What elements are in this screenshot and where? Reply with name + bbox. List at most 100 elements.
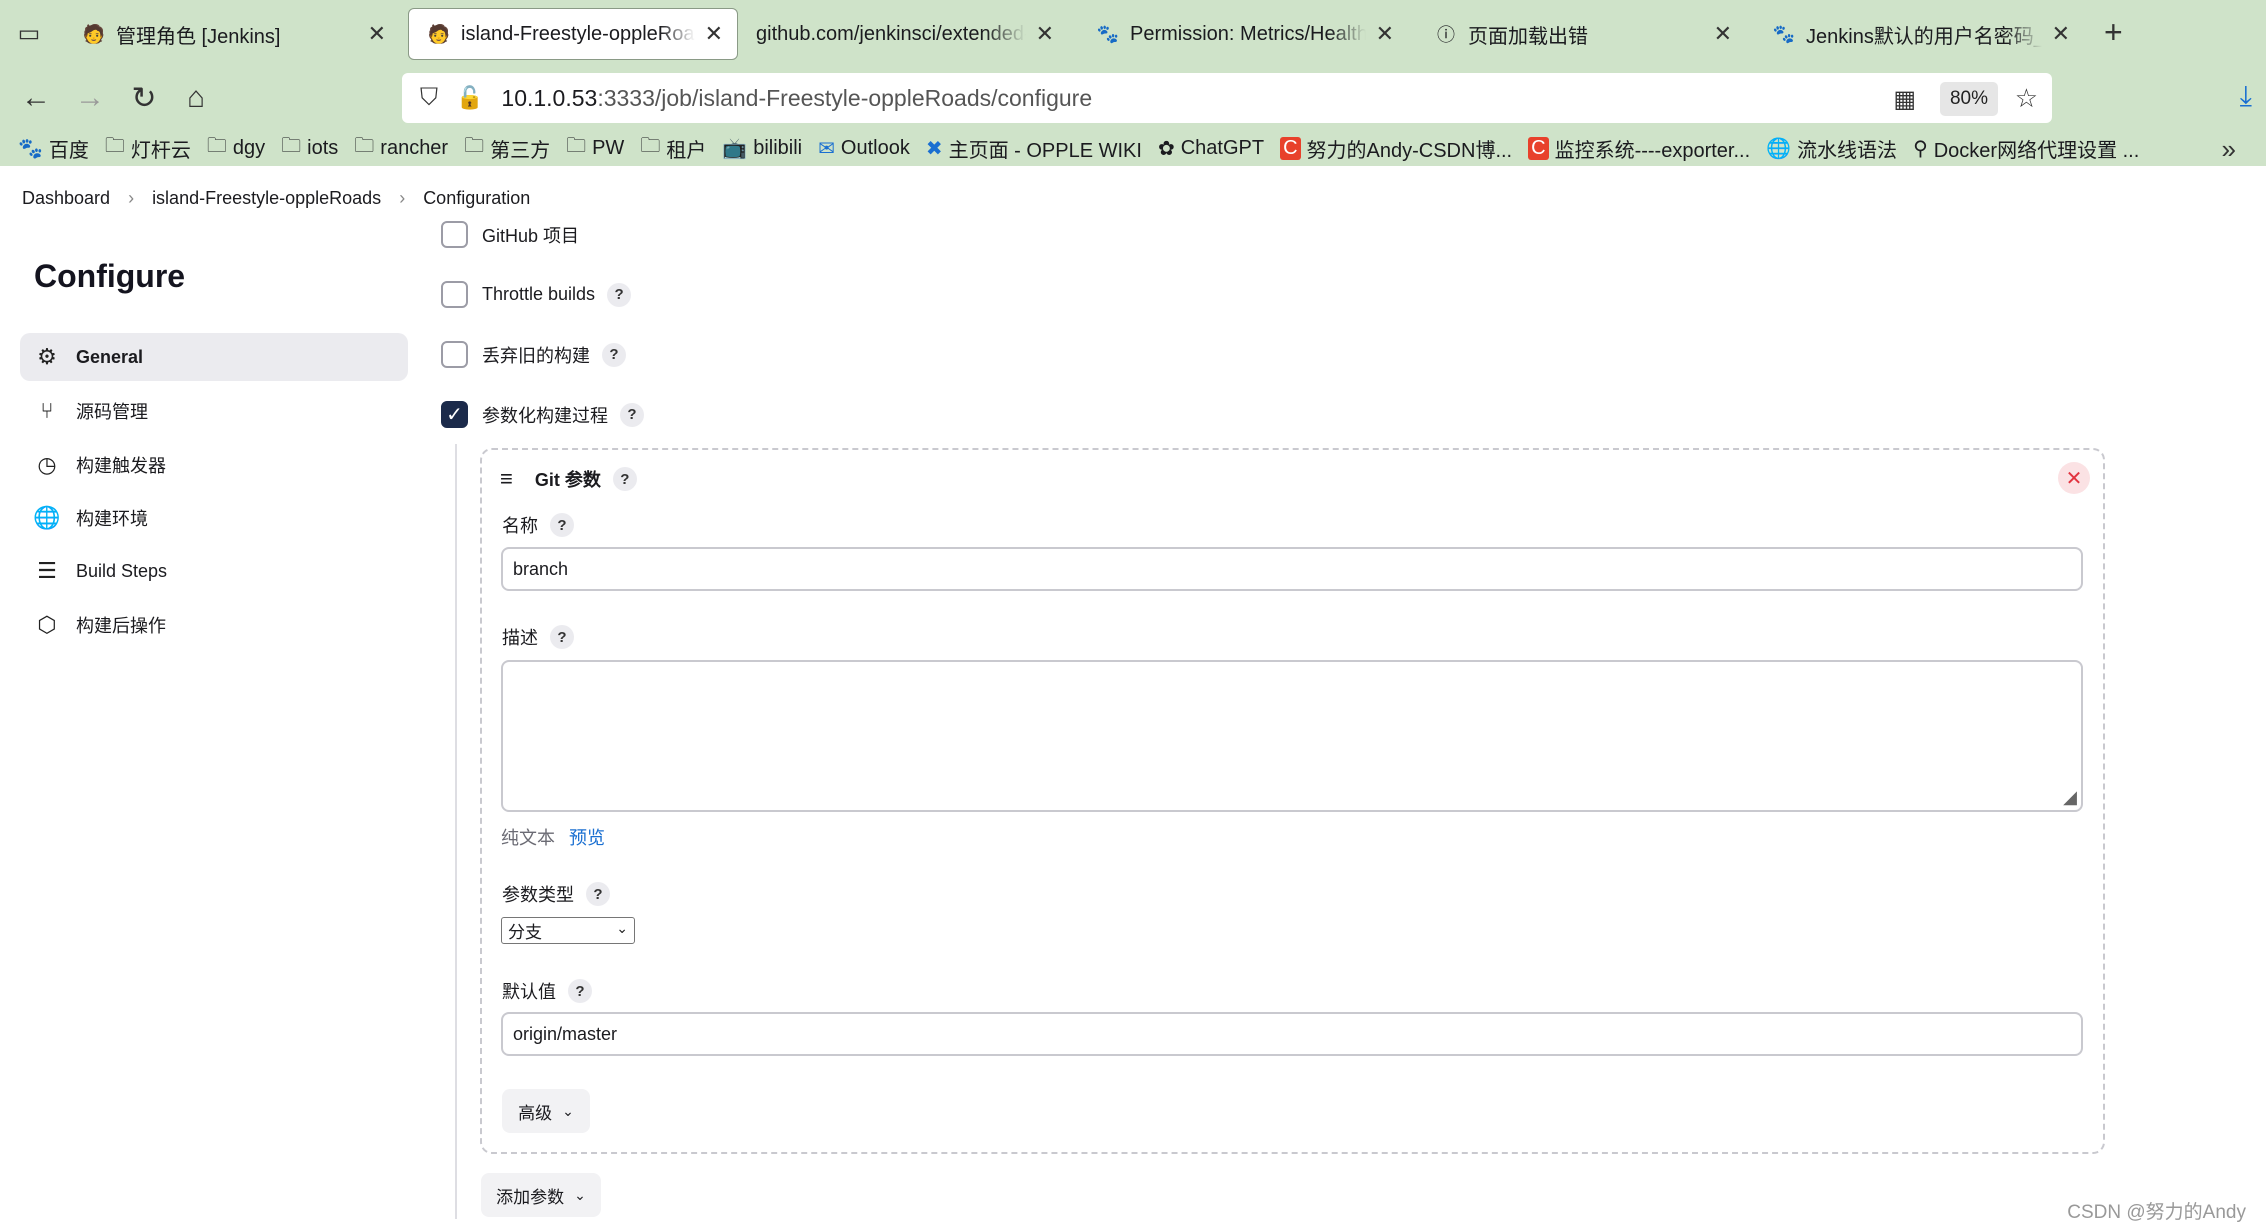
browser-nav-bar: ← → ↻ ⌂ ⛉ 🔓 10.1.0.53:3333/job/island-Fr… xyxy=(0,66,2266,130)
zoom-level[interactable]: 80% xyxy=(1939,82,1998,116)
bookmark-folder[interactable]: 🗀 rancher xyxy=(354,131,448,165)
browser-tab-5[interactable]: ⓘ 页面加载出错 ✕ xyxy=(1416,8,1746,60)
help-icon[interactable]: ? xyxy=(568,979,592,1003)
browser-tab-2[interactable]: 🧑 island-Freestyle-oppleRoads ✕ xyxy=(408,8,738,60)
bookmark-label: bilibili xyxy=(753,136,803,159)
bookmark-folder[interactable]: 🗀 第三方 xyxy=(464,131,550,165)
sidebar-item-environment[interactable]: 🌐 构建环境 xyxy=(20,494,408,542)
format-row: 纯文本 预览 xyxy=(501,824,605,850)
bookmark-item[interactable]: C 努力的Andy-CSDN博... xyxy=(1280,134,1512,163)
tab-overview-icon[interactable]: ▭ xyxy=(14,18,44,48)
csdn-icon: C xyxy=(1280,136,1301,160)
sidebar-item-post-build[interactable]: ⬡ 构建后操作 xyxy=(20,601,408,649)
close-icon[interactable]: ✕ xyxy=(2052,21,2070,47)
bookmark-folder[interactable]: 🗀 dgy xyxy=(207,131,265,165)
tab-title: Jenkins默认的用户名密码_百度 xyxy=(1806,25,2042,48)
option-parameterized-build[interactable]: ✓ 参数化构建过程 ? xyxy=(441,401,644,428)
bookmark-folder[interactable]: 🗀 iots xyxy=(281,131,338,165)
browser-tab-4[interactable]: 🐾 Permission: Metrics/HealthCh ✕ xyxy=(1078,8,1408,60)
back-arrow-icon[interactable]: ← xyxy=(18,80,54,116)
bookmark-item[interactable]: C 监控系统----exporter... xyxy=(1528,134,1750,163)
info-icon: ⓘ xyxy=(1437,25,1455,45)
browser-tab-6[interactable]: 🐾 Jenkins默认的用户名密码_百度 ✕ xyxy=(1754,8,2084,60)
default-value-input[interactable]: origin/master xyxy=(501,1012,2083,1056)
close-icon[interactable]: ✕ xyxy=(1036,21,1054,47)
help-icon[interactable]: ? xyxy=(550,625,574,649)
help-icon[interactable]: ? xyxy=(550,513,574,537)
insecure-lock-icon[interactable]: 🔓 xyxy=(456,85,483,111)
option-throttle-builds[interactable]: Throttle builds ? xyxy=(441,281,632,308)
section-divider xyxy=(455,444,457,1219)
checkbox[interactable] xyxy=(441,281,468,308)
branch-icon: ⑂ xyxy=(40,398,54,423)
advanced-label: 高级 xyxy=(518,1103,553,1123)
bookmark-item[interactable]: 🌐 流水线语法 xyxy=(1766,134,1897,163)
help-icon[interactable]: ? xyxy=(607,282,632,307)
preview-link[interactable]: 预览 xyxy=(569,824,605,850)
param-type-value: 分支 xyxy=(508,923,542,942)
chevron-right-icon: › xyxy=(128,187,135,208)
param-type-select[interactable]: 分支 ⌄ xyxy=(501,917,635,944)
resize-grip-icon[interactable]: ◢ xyxy=(2063,787,2077,808)
forward-arrow-icon[interactable]: → xyxy=(72,80,108,116)
bookmark-item[interactable]: ⚲ Docker网络代理设置 ... xyxy=(1913,134,2139,163)
close-icon[interactable]: ✕ xyxy=(1376,21,1394,47)
bookmark-folder[interactable]: 🗀 PW xyxy=(566,131,624,165)
help-icon[interactable]: ? xyxy=(586,882,610,906)
name-input[interactable]: branch xyxy=(501,547,2083,591)
sidebar-item-scm[interactable]: ⑂ 源码管理 xyxy=(20,387,408,435)
bookmark-star-icon[interactable]: ☆ xyxy=(2015,83,2038,114)
bookmark-folder[interactable]: 🗀 租户 xyxy=(640,131,706,165)
option-discard-old-builds[interactable]: 丢弃旧的构建 ? xyxy=(441,341,626,368)
breadcrumb-configuration[interactable]: Configuration xyxy=(423,188,530,209)
chevron-down-icon: ⌄ xyxy=(562,1102,574,1119)
home-icon[interactable]: ⌂ xyxy=(178,80,214,116)
folder-icon: 🗀 xyxy=(104,135,125,157)
help-icon[interactable]: ? xyxy=(620,402,644,427)
drag-handle-icon[interactable]: ≡ xyxy=(500,466,513,492)
close-icon: ✕ xyxy=(2065,467,2083,490)
advanced-button[interactable]: 高级 ⌄ xyxy=(502,1089,590,1133)
qr-code-icon[interactable]: ▦ xyxy=(1893,85,1916,114)
url-text[interactable]: 10.1.0.53:3333/job/island-Freestyle-oppl… xyxy=(501,85,1092,112)
browser-tab-3[interactable]: github.com/jenkinsci/extended-c ✕ xyxy=(740,8,1068,60)
checkbox-checked[interactable]: ✓ xyxy=(441,401,468,428)
reload-icon[interactable]: ↻ xyxy=(126,80,162,116)
address-bar[interactable]: ⛉ 🔓 10.1.0.53:3333/job/island-Freestyle-… xyxy=(402,73,2052,123)
sidebar-item-build-steps[interactable]: ☰ Build Steps xyxy=(20,547,408,595)
bookmark-item[interactable]: ✖ 主页面 - OPPLE WIKI xyxy=(926,134,1142,163)
bookmark-item[interactable]: ✿ ChatGPT xyxy=(1158,136,1264,161)
help-icon[interactable]: ? xyxy=(612,467,637,491)
sidebar-item-triggers[interactable]: ◷ 构建触发器 xyxy=(20,441,408,489)
bookmark-label: dgy xyxy=(232,136,266,159)
bookmark-folder[interactable]: 🗀 灯杆云 xyxy=(105,131,191,165)
close-icon[interactable]: ✕ xyxy=(1714,21,1732,47)
sidebar-item-general[interactable]: ⚙ General xyxy=(20,333,408,381)
jenkins-icon: 🧑 xyxy=(82,23,106,44)
bookmark-item[interactable]: 🐾 百度 xyxy=(18,134,89,163)
tab-title: Permission: Metrics/HealthCh xyxy=(1130,22,1366,45)
plain-text-label: 纯文本 xyxy=(501,828,555,848)
close-icon[interactable]: ✕ xyxy=(705,21,723,47)
description-textarea[interactable]: ◢ xyxy=(501,660,2083,812)
download-icon[interactable]: ⤓ xyxy=(2240,80,2252,113)
bookmark-item[interactable]: 📺 bilibili xyxy=(722,136,802,161)
bookmark-label: 灯杆云 xyxy=(130,139,191,162)
chevron-double-right-icon[interactable]: » xyxy=(2222,134,2236,165)
checkbox[interactable] xyxy=(441,221,468,248)
close-icon[interactable]: ✕ xyxy=(368,21,386,47)
delete-parameter-button[interactable]: ✕ xyxy=(2058,462,2090,494)
list-icon: ☰ xyxy=(37,558,57,583)
checkbox[interactable] xyxy=(441,341,468,368)
add-parameter-button[interactable]: 添加参数 ⌄ xyxy=(481,1173,601,1217)
browser-tab-1[interactable]: 🧑 管理角色 [Jenkins] ✕ xyxy=(64,8,400,60)
shield-icon[interactable]: ⛉ xyxy=(420,84,438,112)
breadcrumb-dashboard[interactable]: Dashboard xyxy=(22,188,110,209)
bookmark-label: 监控系统----exporter... xyxy=(1554,139,1751,162)
new-tab-icon[interactable]: + xyxy=(2104,14,2123,51)
bookmark-item[interactable]: ✉ Outlook xyxy=(818,136,910,161)
help-icon[interactable]: ? xyxy=(602,342,626,367)
option-github-project[interactable]: GitHub 项目 xyxy=(441,221,579,248)
breadcrumb-job[interactable]: island-Freestyle-oppleRoads xyxy=(152,188,381,209)
description-label: 描述 ? xyxy=(502,624,574,650)
